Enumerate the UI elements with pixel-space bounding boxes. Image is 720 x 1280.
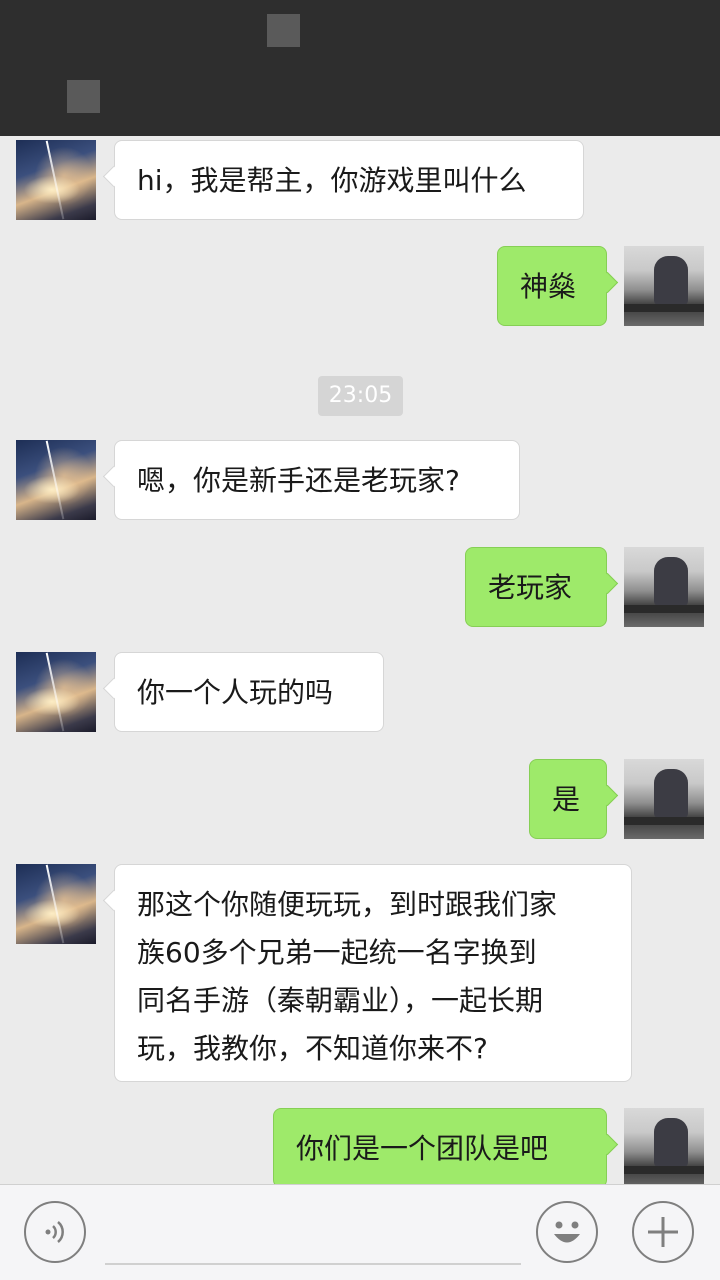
message-row-outgoing: 神燊 [0, 246, 720, 336]
redacted-back[interactable] [67, 80, 100, 113]
outgoing-message-bubble[interactable]: 是 [529, 759, 607, 839]
my-avatar[interactable] [624, 547, 704, 627]
chat-input-bar [0, 1184, 720, 1280]
incoming-message-bubble[interactable]: hi，我是帮主，你游戏里叫什么 [114, 140, 584, 220]
message-list[interactable]: hi，我是帮主，你游戏里叫什么 神燊 23:05 嗯，你是新手还是老玩家? 老玩… [0, 136, 720, 1186]
message-row-incoming: hi，我是帮主，你游戏里叫什么 [0, 136, 720, 226]
contact-avatar[interactable] [16, 652, 96, 732]
message-input[interactable] [105, 1263, 521, 1265]
outgoing-message-bubble[interactable]: 老玩家 [465, 547, 607, 627]
voice-button[interactable] [24, 1201, 86, 1263]
redacted-title [267, 14, 300, 47]
incoming-message-bubble[interactable]: 那这个你随便玩玩，到时跟我们家 族60多个兄弟一起统一名字换到 同名手游（秦朝霸… [114, 864, 632, 1082]
message-timestamp: 23:05 [318, 376, 403, 416]
title-bar [0, 0, 720, 136]
outgoing-message-bubble[interactable]: 神燊 [497, 246, 607, 326]
my-avatar[interactable] [624, 1108, 704, 1186]
contact-avatar[interactable] [16, 140, 96, 220]
message-row-incoming: 你一个人玩的吗 [0, 652, 720, 742]
message-row-incoming: 那这个你随便玩玩，到时跟我们家 族60多个兄弟一起统一名字换到 同名手游（秦朝霸… [0, 864, 720, 1084]
plus-icon [648, 1217, 678, 1247]
outgoing-message-bubble[interactable]: 你们是一个团队是吧 [273, 1108, 607, 1186]
message-row-outgoing: 是 [0, 759, 720, 849]
emoji-button[interactable] [536, 1201, 598, 1263]
incoming-message-bubble[interactable]: 嗯，你是新手还是老玩家? [114, 440, 520, 520]
my-avatar[interactable] [624, 246, 704, 326]
message-row-incoming: 嗯，你是新手还是老玩家? [0, 440, 720, 530]
emoji-icon [554, 1221, 580, 1243]
voice-icon [45, 1221, 64, 1243]
more-button[interactable] [632, 1201, 694, 1263]
message-row-outgoing: 你们是一个团队是吧 [0, 1108, 720, 1186]
incoming-message-bubble[interactable]: 你一个人玩的吗 [114, 652, 384, 732]
contact-avatar[interactable] [16, 864, 96, 944]
my-avatar[interactable] [624, 759, 704, 839]
message-row-outgoing: 老玩家 [0, 547, 720, 637]
contact-avatar[interactable] [16, 440, 96, 520]
